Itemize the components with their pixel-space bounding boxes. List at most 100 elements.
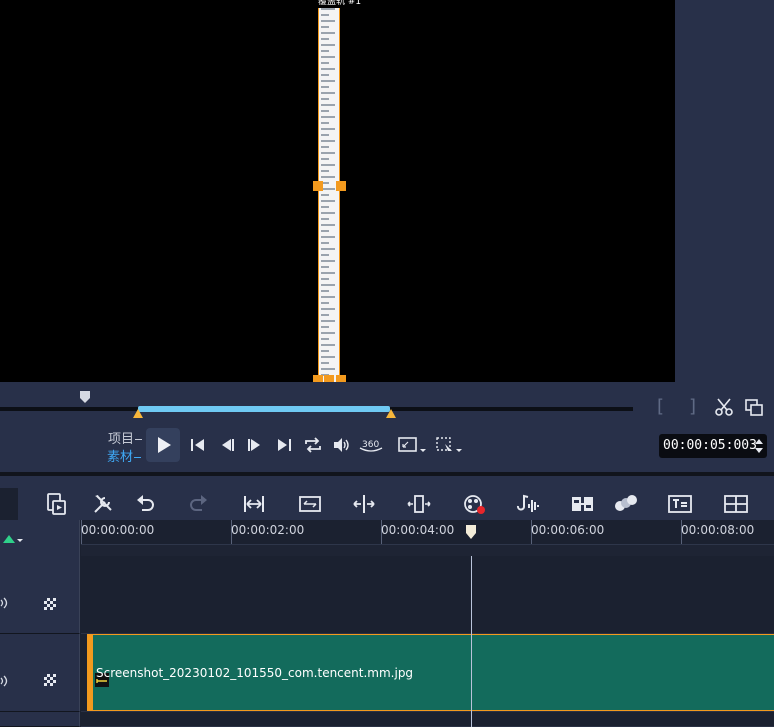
- preview-text-line: [321, 122, 329, 124]
- preview-text-line: [321, 230, 329, 232]
- preview-text-line: [321, 170, 329, 172]
- track-header-top: [0, 520, 80, 556]
- timeline-ruler[interactable]: 00:00:00:00 00:00:02:00 00:00:04:00 00:0…: [0, 520, 774, 556]
- resize-handle-right[interactable]: [336, 181, 346, 191]
- preview-text-line: [321, 302, 329, 304]
- timecode-spinner-icon[interactable]: [754, 436, 764, 456]
- ruler-subbar: [81, 545, 774, 556]
- preview-text-line: [321, 290, 329, 292]
- snapshot-icon[interactable]: [744, 397, 764, 417]
- mode-project-label[interactable]: 项目: [108, 428, 143, 447]
- track-header-1[interactable]: [0, 556, 80, 634]
- preview-text-line: [321, 320, 335, 322]
- go-to-start-icon[interactable]: [188, 435, 208, 455]
- preview-text-line: [321, 248, 335, 250]
- fit-project-icon[interactable]: [298, 492, 322, 516]
- repeat-icon[interactable]: [303, 435, 323, 455]
- fit-timeline-icon[interactable]: [242, 492, 266, 516]
- undo-icon[interactable]: [133, 492, 157, 516]
- trim-range-bar[interactable]: [138, 406, 390, 412]
- preview-text-line: [321, 278, 329, 280]
- preview-text-line: [321, 128, 335, 130]
- split-icon[interactable]: [352, 492, 376, 516]
- track-transparency-icon[interactable]: [44, 674, 56, 686]
- mixer-record-icon[interactable]: [462, 492, 486, 516]
- track-manager-icon[interactable]: [3, 532, 23, 544]
- overlay-image-preview[interactable]: [318, 0, 340, 382]
- play-button[interactable]: [146, 428, 180, 462]
- track-header-3[interactable]: [0, 712, 80, 727]
- timeline-clip[interactable]: Screenshot_20230102_101550_com.tencent.m…: [87, 634, 774, 711]
- playhead-line[interactable]: [471, 556, 472, 727]
- mode-clip-label[interactable]: 素材: [107, 446, 142, 465]
- timecode-display[interactable]: 00:00:05:003: [659, 434, 767, 458]
- track-audio-icon[interactable]: [0, 596, 10, 610]
- preview-text-line: [321, 350, 329, 352]
- preview-text-line: [321, 80, 335, 82]
- redo-icon[interactable]: [187, 492, 211, 516]
- preview-text-line: [321, 332, 335, 334]
- ruler-label: 00:00:00:00: [81, 523, 155, 537]
- volume-icon[interactable]: [331, 435, 351, 455]
- scissors-icon[interactable]: [713, 396, 735, 418]
- preview-text-line: [321, 206, 329, 208]
- ruler-label: 00:00:04:00: [381, 523, 455, 537]
- preview-text-line: [321, 146, 329, 148]
- preview-text-line: [321, 26, 329, 28]
- ruler-ticks[interactable]: 00:00:00:00 00:00:02:00 00:00:04:00 00:0…: [81, 520, 774, 545]
- clip-trim-handle[interactable]: [87, 635, 93, 710]
- preview-text-line: [321, 284, 335, 286]
- preview-text-line: [321, 368, 335, 370]
- trim-start-marker[interactable]: [133, 409, 143, 418]
- selection-mode-icon[interactable]: [435, 435, 465, 455]
- preview-text-line: [321, 92, 335, 94]
- ruler-label: 00:00:08:00: [681, 523, 755, 537]
- video-editor: 覆盖轨 #1 [ ] 项目 素材 360 00:00:05:003 00:00:…: [0, 0, 774, 727]
- resize-handle-left[interactable]: [313, 181, 323, 191]
- preview-text-line: [321, 20, 335, 22]
- preview-window[interactable]: 覆盖轨 #1: [0, 0, 675, 385]
- mark-out-button[interactable]: ]: [689, 396, 696, 417]
- record-capture-icon[interactable]: [44, 492, 68, 516]
- preview-text-line: [321, 260, 335, 262]
- track-header-2[interactable]: [0, 634, 80, 712]
- tools-icon[interactable]: [91, 492, 115, 516]
- track-lane-3[interactable]: [81, 712, 774, 727]
- preview-text-line: [321, 116, 335, 118]
- track-transparency-icon[interactable]: [44, 598, 56, 610]
- preview-text-line: [321, 176, 335, 178]
- preview-text-line: [321, 164, 335, 166]
- preview-text-line: [321, 62, 329, 64]
- grid-layout-icon[interactable]: [724, 492, 748, 516]
- motion-tracking-icon[interactable]: [614, 492, 638, 516]
- stretch-icon[interactable]: [407, 492, 431, 516]
- preview-text-line: [321, 338, 329, 340]
- multi-camera-icon[interactable]: [571, 492, 595, 516]
- previous-frame-icon[interactable]: [218, 435, 238, 455]
- preview-text-line: [321, 104, 335, 106]
- track-lane-1[interactable]: [81, 556, 774, 634]
- track-audio-icon[interactable]: [0, 674, 10, 688]
- mark-in-button[interactable]: [: [657, 396, 664, 417]
- aspect-ratio-icon[interactable]: [397, 435, 429, 455]
- go-to-end-icon[interactable]: [274, 435, 294, 455]
- next-frame-icon[interactable]: [244, 435, 264, 455]
- title-icon[interactable]: [668, 492, 692, 516]
- ruler-label: 00:00:06:00: [531, 523, 605, 537]
- audio-wave-icon[interactable]: [515, 492, 539, 516]
- clip-name: Screenshot_20230102_101550_com.tencent.m…: [96, 666, 414, 680]
- svg-text:360: 360: [362, 440, 379, 450]
- preview-text-line: [321, 296, 335, 298]
- preview-text-line: [321, 158, 329, 160]
- preview-text-line: [321, 200, 335, 202]
- 360-view-icon[interactable]: 360: [358, 435, 384, 455]
- preview-text-line: [321, 194, 329, 196]
- preview-text-line: [321, 8, 335, 10]
- preview-text-line: [321, 74, 329, 76]
- scrubber-thumb[interactable]: [79, 390, 91, 404]
- preview-text-line: [321, 224, 335, 226]
- trim-end-marker[interactable]: [386, 409, 396, 418]
- preview-text-line: [321, 56, 335, 58]
- playhead-marker[interactable]: [465, 524, 477, 540]
- preview-text-line: [321, 362, 329, 364]
